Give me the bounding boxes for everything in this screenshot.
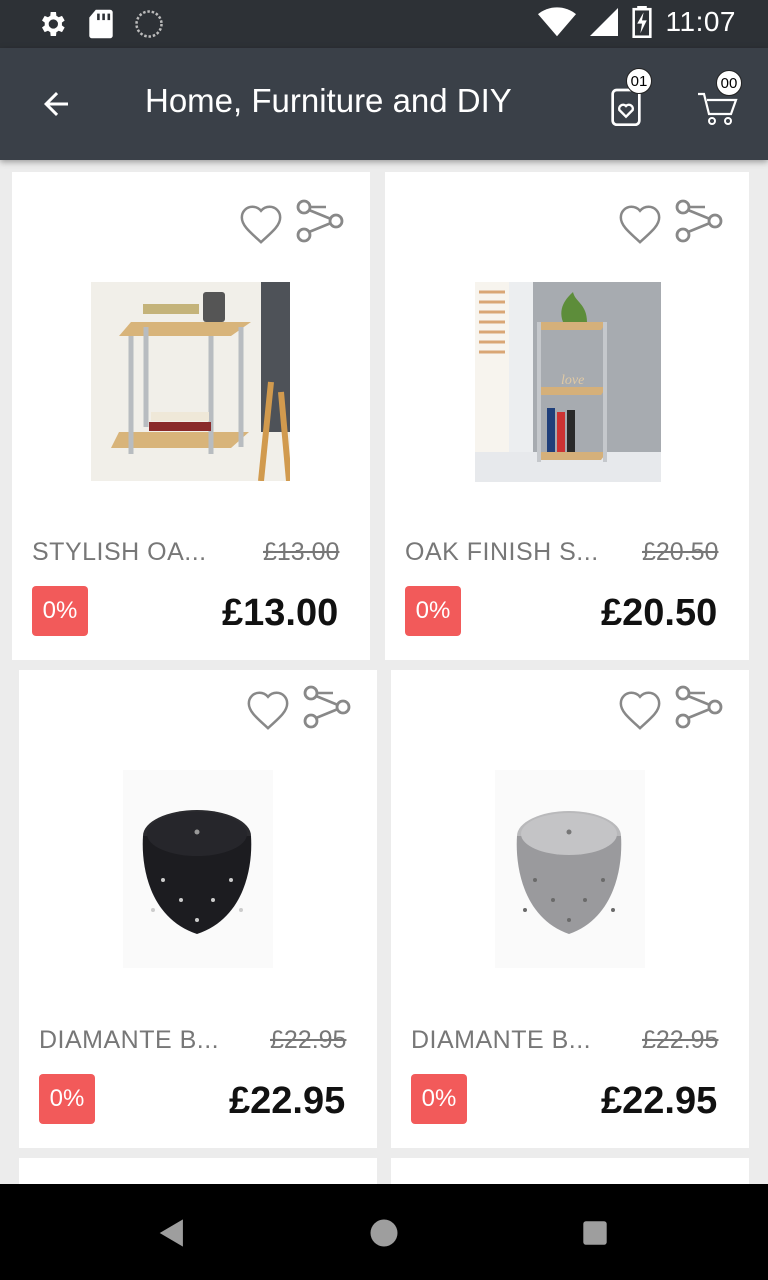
product-name: DIAMANTE B... [39, 1026, 220, 1054]
heart-icon[interactable] [238, 202, 284, 246]
product-image[interactable] [495, 770, 645, 968]
system-nav-bar [0, 1184, 768, 1280]
product-old-price: £22.95 [270, 1026, 347, 1054]
wishlist-button[interactable]: 01 [608, 68, 652, 130]
discount-badge: 0% [411, 1074, 467, 1124]
status-bar: 11:07 [0, 0, 768, 48]
share-icon[interactable] [673, 196, 725, 246]
discount-badge: 0% [32, 586, 88, 636]
nav-recents-icon[interactable] [582, 1220, 608, 1246]
heart-icon[interactable] [245, 688, 291, 732]
product-price: £13.00 [222, 592, 339, 634]
product-image[interactable] [123, 770, 273, 968]
product-price: £22.95 [229, 1080, 346, 1122]
heart-icon[interactable] [617, 202, 663, 246]
sync-icon [135, 10, 163, 38]
page-title: Home, Furniture and DIY [145, 82, 512, 119]
share-icon[interactable] [673, 682, 725, 732]
product-price: £22.95 [601, 1080, 718, 1122]
product-card[interactable]: love OAK FINISH S... £20.50 0% £20.50 [385, 172, 749, 660]
product-image[interactable]: love [475, 282, 661, 482]
product-grid: STYLISH OA... £13.00 0% £13.00 love OAK … [0, 160, 768, 1184]
share-icon[interactable] [301, 682, 353, 732]
wishlist-badge: 01 [626, 68, 652, 94]
heart-icon[interactable] [617, 688, 663, 732]
signal-icon [589, 8, 618, 36]
discount-badge: 0% [405, 586, 461, 636]
discount-badge: 0% [39, 1074, 95, 1124]
sd-card-icon [89, 9, 113, 39]
product-old-price: £13.00 [263, 538, 340, 566]
product-card[interactable]: DIAMANTE B... £22.95 0% £22.95 [391, 670, 749, 1148]
nav-home-icon[interactable] [369, 1218, 399, 1248]
product-name: OAK FINISH S... [405, 538, 599, 566]
settings-icon [42, 12, 65, 36]
product-card-partial[interactable] [19, 1158, 377, 1184]
share-icon[interactable] [294, 196, 346, 246]
battery-icon [631, 6, 652, 38]
product-image[interactable] [91, 282, 290, 481]
svg-text:love: love [561, 373, 584, 388]
product-card-partial[interactable] [391, 1158, 749, 1184]
product-card[interactable]: STYLISH OA... £13.00 0% £13.00 [12, 172, 370, 660]
product-name: DIAMANTE B... [411, 1026, 592, 1054]
back-arrow-icon[interactable] [36, 86, 76, 122]
product-old-price: £22.95 [642, 1026, 719, 1054]
product-name: STYLISH OA... [32, 538, 207, 566]
status-time: 11:07 [665, 6, 736, 37]
nav-back-icon[interactable] [158, 1218, 186, 1248]
wifi-icon [537, 7, 576, 37]
cart-button[interactable]: 00 [694, 70, 744, 128]
cart-badge: 00 [716, 70, 742, 96]
app-bar: Home, Furniture and DIY 01 00 [0, 48, 768, 160]
product-old-price: £20.50 [642, 538, 719, 566]
product-card[interactable]: DIAMANTE B... £22.95 0% £22.95 [19, 670, 377, 1148]
product-price: £20.50 [601, 592, 718, 634]
